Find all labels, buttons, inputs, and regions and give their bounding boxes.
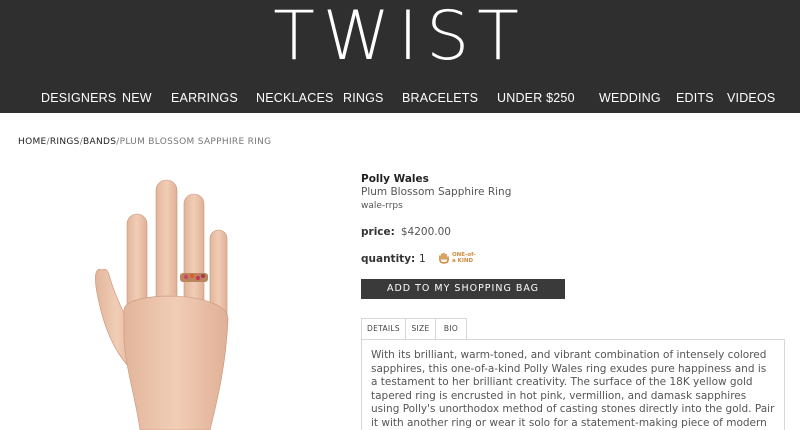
nav-new[interactable]: NEW [122, 86, 152, 110]
nav-earrings[interactable]: EARRINGS [171, 86, 238, 110]
price-row: price: $4200.00 [361, 226, 451, 238]
breadcrumb-current: PLUM BLOSSOM SAPPHIRE RING [119, 137, 272, 147]
nav-rings[interactable]: RINGS [343, 86, 384, 110]
breadcrumb-home[interactable]: HOME [18, 137, 47, 147]
nav-necklaces[interactable]: NECKLACES [256, 86, 334, 110]
breadcrumb-bands[interactable]: BANDS [83, 137, 116, 147]
nav-edits[interactable]: EDITS [676, 86, 714, 110]
quantity-label: quantity: [361, 253, 416, 265]
price-label: price: [361, 226, 395, 238]
product-name: Plum Blossom Sapphire Ring [361, 186, 512, 198]
nav-under-250[interactable]: UNDER $250 [497, 86, 575, 110]
product-sku: wale-rrps [361, 201, 403, 211]
brand-logo[interactable]: TWIST [0, 0, 800, 74]
product-description: With its brilliant, warm-toned, and vibr… [371, 349, 775, 429]
tab-bio[interactable]: BIO [435, 318, 467, 340]
badge-text: ONE-of- a KIND [452, 252, 476, 264]
product-image[interactable] [80, 170, 250, 430]
main-nav: DESIGNERS NEW EARRINGS NECKLACES RINGS B… [0, 86, 800, 110]
add-to-bag-button[interactable]: ADD TO MY SHOPPING BAG [361, 279, 565, 299]
tab-details[interactable]: DETAILS [361, 318, 406, 340]
tab-size[interactable]: SIZE [405, 318, 436, 340]
nav-videos[interactable]: VIDEOS [727, 86, 775, 110]
site-header: TWIST DESIGNERS NEW EARRINGS NECKLACES R… [0, 0, 800, 113]
hand-icon [439, 252, 449, 264]
nav-bracelets[interactable]: BRACELETS [402, 86, 478, 110]
price-value: $4200.00 [400, 226, 451, 238]
quantity-value[interactable]: 1 [419, 253, 426, 265]
quantity-row: quantity: 1 ONE-of- a KIND [361, 251, 561, 271]
product-tabs: DETAILS SIZE BIO [361, 318, 791, 340]
nav-wedding[interactable]: WEDDING [599, 86, 661, 110]
details-panel: With its brilliant, warm-toned, and vibr… [361, 339, 785, 430]
breadcrumb-rings[interactable]: RINGS [50, 137, 80, 147]
one-of-a-kind-badge: ONE-of- a KIND [438, 251, 478, 269]
product-designer[interactable]: Polly Wales [361, 173, 429, 185]
nav-designers[interactable]: DESIGNERS [41, 86, 116, 110]
breadcrumb: HOME/RINGS/BANDS/PLUM BLOSSOM SAPPHIRE R… [18, 137, 271, 147]
badge-line-2: a KIND [452, 258, 474, 264]
